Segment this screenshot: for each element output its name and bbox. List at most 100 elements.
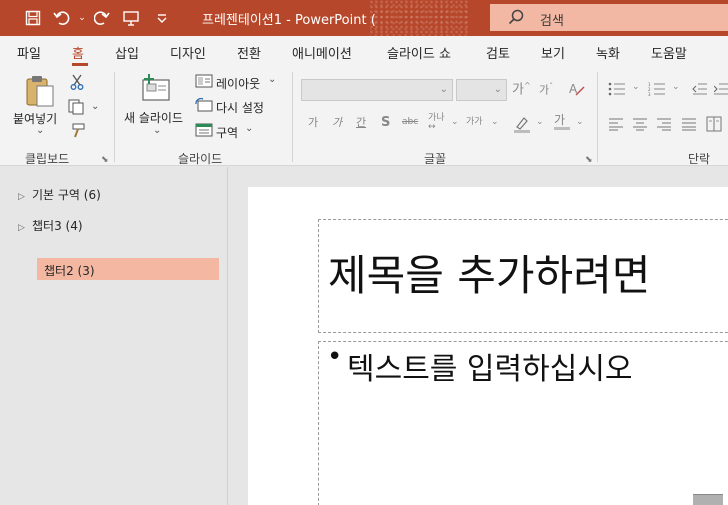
search-icon — [508, 9, 524, 28]
group-separator — [292, 72, 293, 162]
search-box[interactable]: 검색 — [490, 4, 728, 31]
align-right-icon[interactable] — [656, 117, 672, 134]
group-separator — [597, 72, 598, 162]
align-left-icon[interactable] — [608, 117, 624, 134]
customize-icon[interactable] — [152, 8, 172, 28]
new-slide-icon[interactable] — [140, 74, 172, 107]
document-title: 프레젠테이션1 - PowerPoint ( — [202, 13, 376, 28]
layout-icon[interactable] — [195, 74, 213, 91]
change-case-icon[interactable]: 가가 — [466, 118, 483, 127]
cut-icon[interactable] — [70, 74, 84, 93]
chevron-down-icon: ⌄ — [493, 84, 502, 95]
font-color-icon[interactable]: 가 — [554, 114, 570, 130]
save-icon[interactable] — [23, 8, 43, 28]
ribbon-tabs: 파일 홈 삽입 디자인 전환 애니메이션 슬라이드 쇼 검토 보기 녹화 도움말 — [0, 36, 728, 66]
font-color-dropdown-icon[interactable]: ⌄ — [576, 118, 584, 127]
bold-icon[interactable]: 가 — [308, 117, 318, 128]
tab-help[interactable]: 도움말 — [651, 43, 687, 62]
change-case-dropdown-icon[interactable]: ⌄ — [491, 118, 499, 127]
strikethrough-icon[interactable]: abc — [402, 118, 418, 127]
grow-font-icon[interactable]: 가^ — [512, 82, 531, 97]
character-spacing-dropdown-icon[interactable]: ⌄ — [451, 118, 459, 127]
slide-editing-area: 제목을 추가하려면 • 텍스트를 입력하십시오 — [229, 167, 728, 505]
align-center-icon[interactable] — [632, 117, 648, 134]
format-painter-icon[interactable] — [70, 123, 86, 142]
redo-icon[interactable] — [92, 8, 112, 28]
title-placeholder-text: 제목을 추가하려면 — [328, 251, 651, 300]
layout-label[interactable]: 레이아웃 — [216, 75, 260, 92]
tab-file[interactable]: 파일 — [17, 43, 41, 62]
section-dropdown-icon[interactable]: ⌄ — [245, 124, 253, 134]
new-slide-dropdown-icon[interactable]: ⌄ — [153, 126, 161, 136]
reset-icon[interactable] — [195, 97, 213, 115]
scrollbar-corner — [693, 494, 723, 505]
section-header-default[interactable]: ▷ 기본 구역 (6) — [18, 186, 101, 203]
copy-dropdown-icon[interactable]: ⌄ — [91, 102, 99, 112]
section-header-chapter3[interactable]: ▷ 챕터3 (4) — [18, 217, 83, 234]
reset-label[interactable]: 다시 설정 — [216, 99, 264, 116]
italic-icon[interactable]: 가 — [332, 117, 342, 128]
font-launcher-icon[interactable]: ⬊ — [585, 155, 593, 165]
body-placeholder[interactable]: • 텍스트를 입력하십시오 — [318, 341, 728, 505]
slides-group-label: 슬라이드 — [178, 152, 223, 166]
decrease-indent-icon[interactable] — [692, 82, 708, 99]
present-icon[interactable] — [121, 8, 141, 28]
paste-dropdown-icon[interactable]: ⌄ — [36, 126, 44, 136]
numbering-dropdown-icon[interactable]: ⌄ — [672, 83, 680, 92]
tab-insert[interactable]: 삽입 — [115, 43, 139, 62]
increase-indent-icon[interactable] — [713, 82, 728, 99]
new-slide-label[interactable]: 새 슬라이드 — [124, 109, 183, 126]
tab-transitions[interactable]: 전환 — [237, 43, 261, 62]
section-label: 기본 구역 (6) — [32, 188, 101, 202]
font-group-label: 글꼴 — [424, 152, 447, 166]
svg-text:3: 3 — [648, 92, 651, 96]
tab-slide-show[interactable]: 슬라이드 쇼 — [387, 43, 451, 62]
tab-design[interactable]: 디자인 — [170, 43, 206, 62]
slide-canvas[interactable]: 제목을 추가하려면 • 텍스트를 입력하십시오 — [248, 187, 728, 505]
underline-icon[interactable]: 간 — [356, 117, 366, 128]
title-bar: ⌄ 프레젠테이션1 - PowerPoint ( 검색 — [0, 0, 728, 36]
columns-icon[interactable] — [706, 116, 722, 135]
title-placeholder[interactable]: 제목을 추가하려면 — [318, 219, 728, 333]
bullets-dropdown-icon[interactable]: ⌄ — [632, 83, 640, 92]
section-label[interactable]: 구역 — [216, 124, 238, 141]
ribbon: 붙여넣기 ⌄ ⌄ 클립보드 ⬊ 새 슬라이드 ⌄ 레이아웃 ⌄ 다시 설정 구역… — [0, 66, 728, 166]
highlight-dropdown-icon[interactable]: ⌄ — [536, 118, 544, 127]
tab-home[interactable]: 홈 — [72, 43, 84, 62]
clipboard-group-label: 클립보드 — [25, 152, 70, 166]
section-icon[interactable] — [195, 123, 213, 140]
search-label: 검색 — [540, 14, 564, 29]
bullet-icon: • — [327, 342, 343, 372]
group-separator — [114, 72, 115, 162]
tab-record[interactable]: 녹화 — [596, 43, 620, 62]
body-placeholder-text: 텍스트를 입력하십시오 — [347, 352, 633, 387]
undo-dropdown-icon[interactable]: ⌄ — [72, 8, 92, 28]
layout-dropdown-icon[interactable]: ⌄ — [268, 75, 276, 85]
tab-review[interactable]: 검토 — [486, 43, 510, 62]
title-bar-texture — [370, 0, 470, 36]
section-label: 챕터3 (4) — [32, 219, 83, 233]
tab-animations[interactable]: 애니메이션 — [292, 43, 352, 62]
highlight-icon[interactable] — [513, 115, 531, 136]
expand-triangle-icon[interactable]: ▷ — [18, 223, 32, 233]
clipboard-launcher-icon[interactable]: ⬊ — [101, 155, 109, 165]
tab-view[interactable]: 보기 — [541, 43, 565, 62]
font-size-dropdown[interactable]: ⌄ — [456, 79, 507, 101]
section-label: 챕터2 (3) — [44, 264, 95, 278]
undo-icon[interactable] — [52, 8, 72, 28]
bullets-icon[interactable] — [608, 82, 626, 99]
clear-formatting-icon[interactable]: A — [568, 81, 586, 100]
shrink-font-icon[interactable]: 가ˇ — [539, 83, 553, 96]
justify-icon[interactable] — [681, 117, 697, 134]
paste-icon[interactable] — [24, 74, 56, 111]
section-header-chapter2-selected[interactable]: 챕터2 (3) — [37, 258, 219, 280]
shadow-icon[interactable]: S — [381, 116, 390, 129]
numbering-icon[interactable]: 123 — [648, 82, 666, 99]
chevron-down-icon: ⌄ — [439, 84, 448, 95]
slide-thumbnail-pane: ▷ 기본 구역 (6) ▷ 챕터3 (4) 챕터2 (3) — [0, 167, 228, 505]
character-spacing-icon[interactable]: 가나 ↔ — [428, 114, 445, 132]
expand-triangle-icon[interactable]: ▷ — [18, 192, 32, 202]
paragraph-group-label: 단락 — [688, 152, 711, 166]
font-name-dropdown[interactable]: ⌄ — [301, 79, 453, 101]
copy-icon[interactable] — [68, 99, 86, 118]
